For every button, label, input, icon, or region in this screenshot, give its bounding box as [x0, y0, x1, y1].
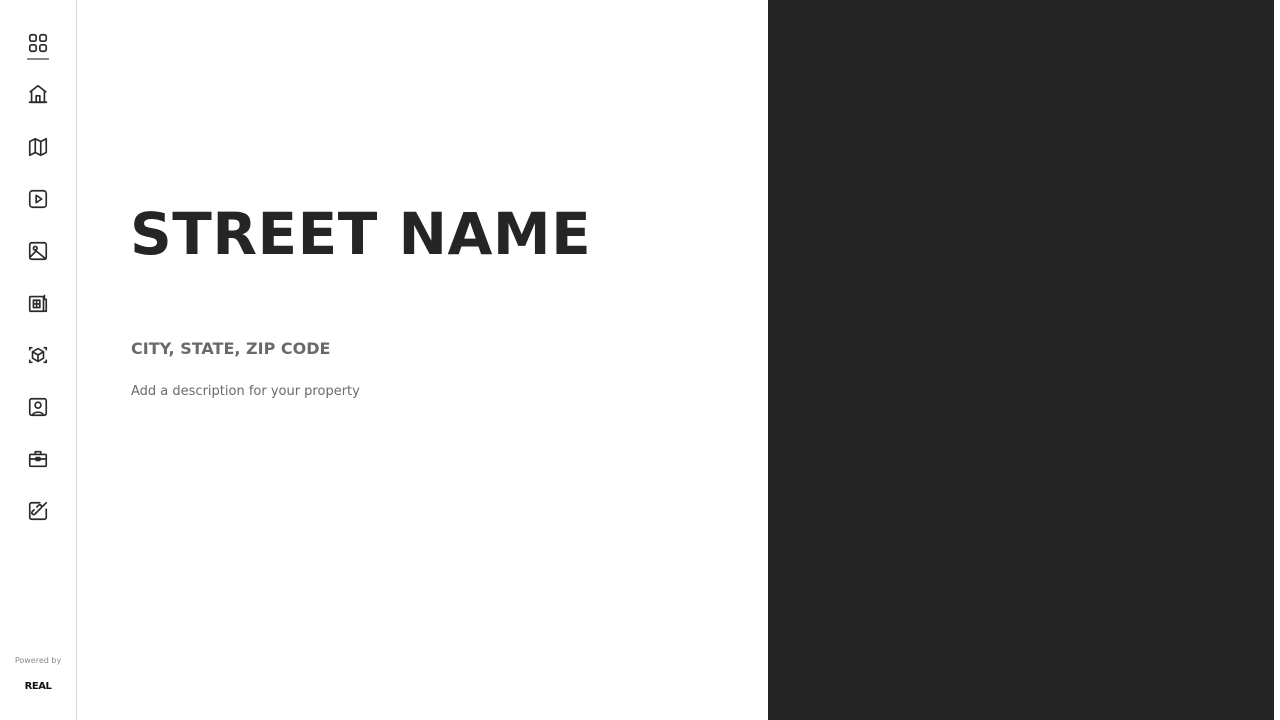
- floorplan-icon: [28, 294, 48, 313]
- app-root: Powered by REAL STREET NAME CITY, STATE,…: [0, 0, 1280, 720]
- street-name-heading[interactable]: STREET NAME: [130, 200, 591, 268]
- cube-3d-icon: [28, 346, 48, 364]
- nav-agent[interactable]: [26, 447, 50, 471]
- property-info-panel: STREET NAME CITY, STATE, ZIP CODE Add a …: [77, 0, 768, 720]
- city-state-zip[interactable]: CITY, STATE, ZIP CODE: [131, 339, 330, 358]
- powered-by-label: Powered by: [14, 656, 62, 665]
- home-icon: [28, 84, 48, 104]
- nav-video[interactable]: [26, 187, 50, 211]
- nav-grid[interactable]: [26, 31, 50, 60]
- property-description[interactable]: Add a description for your property: [131, 384, 360, 399]
- link-edit-icon: [28, 501, 48, 521]
- map-icon: [28, 137, 48, 157]
- nav-contact[interactable]: [26, 395, 50, 419]
- contact-icon: [28, 397, 48, 417]
- nav-photos[interactable]: [26, 239, 50, 263]
- brand-logo[interactable]: REAL: [0, 681, 76, 692]
- nav-3d-tour[interactable]: [26, 343, 50, 367]
- video-icon: [28, 189, 48, 209]
- media-panel: [768, 0, 1274, 720]
- nav-map[interactable]: [26, 135, 50, 159]
- sidebar: Powered by REAL: [0, 0, 77, 720]
- image-icon: [28, 241, 48, 261]
- nav-links[interactable]: [26, 499, 50, 523]
- briefcase-icon: [28, 450, 48, 468]
- nav-floorplan[interactable]: [26, 291, 50, 315]
- grid-icon: [28, 33, 48, 53]
- nav-home[interactable]: [26, 82, 50, 106]
